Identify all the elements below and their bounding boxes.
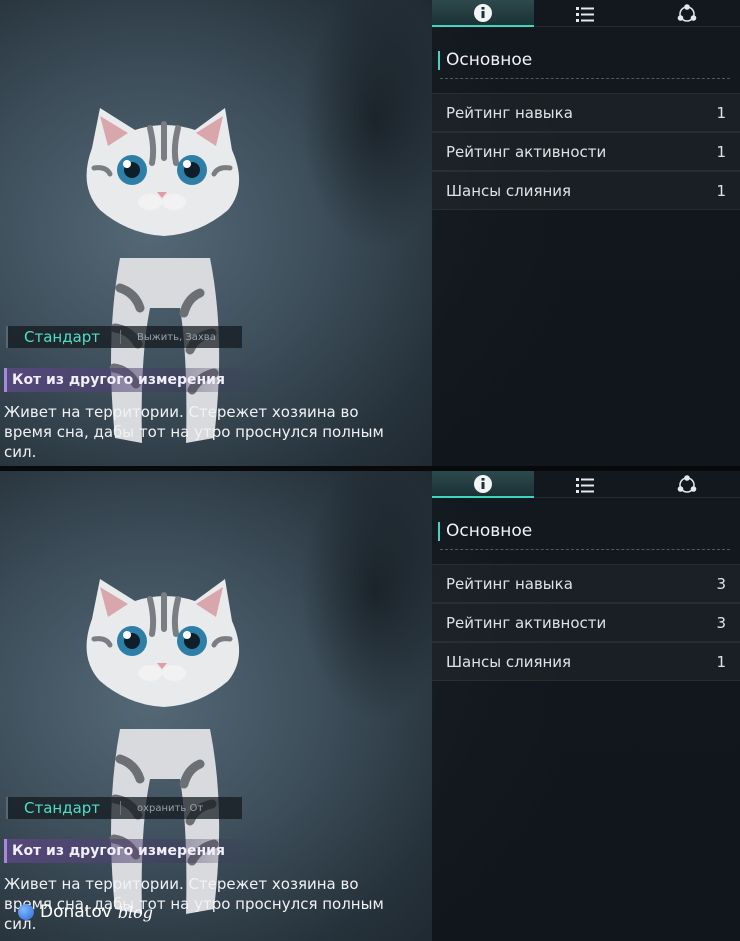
pet-name: Кот из другого измерения [12, 372, 225, 388]
stat-value: 3 [716, 613, 726, 632]
stat-row-activity: Рейтинг активности 1 [432, 132, 740, 171]
tab-list[interactable] [534, 0, 636, 27]
tab-bar [432, 471, 740, 498]
grade-label: Стандарт [24, 799, 101, 817]
info-icon [474, 3, 492, 22]
list-icon [576, 6, 594, 22]
info-icon [474, 474, 492, 493]
pet-screen-bottom: Основное Рейтинг навыка 3 Рейтинг активн… [0, 471, 740, 941]
watermark-brand: Donatov [40, 902, 112, 922]
stat-row-skill: Рейтинг навыка 3 [432, 564, 740, 603]
share-icon [677, 3, 697, 22]
skills-preview: Выжить, Захва [137, 331, 216, 343]
tab-share[interactable] [636, 0, 738, 27]
grade-bar: Стандарт охранить От [6, 797, 242, 819]
tab-info[interactable] [432, 471, 534, 498]
stat-label: Рейтинг навыка [446, 574, 573, 593]
stat-value: 1 [716, 103, 726, 122]
share-icon [677, 474, 697, 493]
stats-panel: Основное Рейтинг навыка 3 Рейтинг активн… [432, 471, 740, 941]
cat-head [86, 579, 240, 707]
pet-description: Живет на территории. Стережет хозяина во… [4, 403, 384, 461]
pet-name: Кот из другого измерения [12, 843, 225, 859]
stat-row-skill: Рейтинг навыка 1 [432, 93, 740, 132]
grade-bar: Стандарт Выжить, Захва [6, 326, 242, 348]
stat-label: Шансы слияния [446, 181, 572, 200]
pet-screen-top: Основное Рейтинг навыка 1 Рейтинг активн… [0, 0, 740, 466]
grade-label: Стандарт [24, 328, 101, 346]
list-icon [576, 477, 594, 493]
section-title: Основное [438, 522, 732, 541]
watermark-suffix: blog [117, 902, 154, 922]
stats-panel: Основное Рейтинг навыка 1 Рейтинг активн… [432, 0, 740, 466]
stat-value: 1 [716, 652, 726, 671]
background-shadow [300, 0, 450, 250]
watermark-logo-icon [18, 904, 34, 920]
skills-preview: охранить От [137, 802, 204, 814]
stat-value: 1 [716, 142, 726, 161]
stat-row-activity: Рейтинг активности 3 [432, 603, 740, 642]
stat-row-merge: Шансы слияния 1 [432, 642, 740, 681]
tab-share[interactable] [636, 471, 738, 498]
watermark: Donatov blog [18, 902, 153, 922]
tab-info[interactable] [432, 0, 534, 27]
stat-label: Шансы слияния [446, 652, 572, 671]
pet-name-bar: Кот из другого измерения [4, 839, 268, 863]
tab-list[interactable] [534, 471, 636, 498]
stat-label: Рейтинг активности [446, 613, 607, 632]
pet-name-bar: Кот из другого измерения [4, 368, 268, 392]
stat-value: 1 [716, 181, 726, 200]
section-divider [440, 78, 730, 79]
cat-head [86, 108, 240, 236]
stat-label: Рейтинг навыка [446, 103, 573, 122]
background-shadow [300, 471, 450, 721]
stat-label: Рейтинг активности [446, 142, 607, 161]
section-divider [440, 549, 730, 550]
stat-value: 3 [716, 574, 726, 593]
stat-row-merge: Шансы слияния 1 [432, 171, 740, 210]
section-title: Основное [438, 51, 732, 70]
tab-bar [432, 0, 740, 27]
